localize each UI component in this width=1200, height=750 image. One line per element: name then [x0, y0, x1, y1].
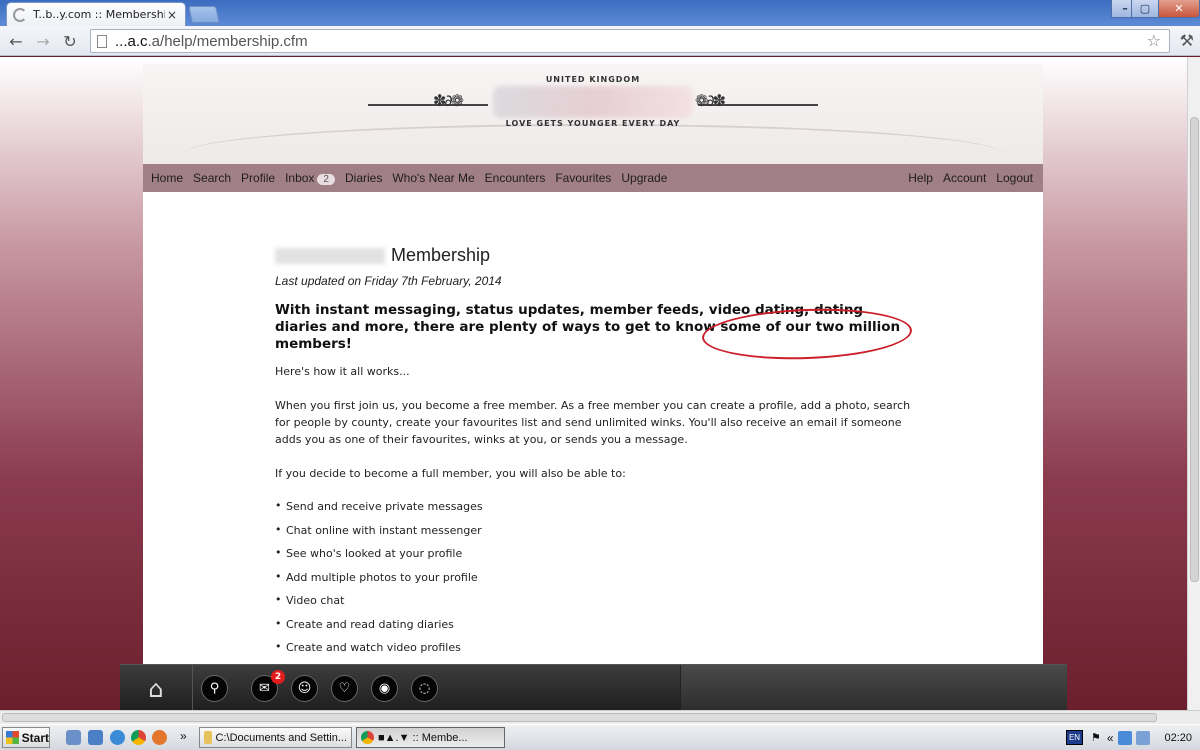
list-item: Send and receive private messages — [275, 499, 915, 524]
nav-help[interactable]: Help — [904, 171, 937, 185]
tab-title: T..b..y.com :: Membership — [33, 8, 165, 21]
tray-app-icon[interactable] — [1135, 730, 1150, 745]
list-item: See who's looked at your profile — [275, 546, 915, 571]
nav-inbox-label: Inbox — [285, 171, 315, 185]
blurred-brand-name — [275, 247, 385, 264]
swirl-left-ornament: ✽∂❁⁠ — [433, 91, 464, 110]
inbox-notification-badge: 2 — [271, 670, 285, 684]
windows-logo-icon — [6, 731, 19, 744]
nav-upgrade[interactable]: Upgrade — [617, 171, 671, 185]
swirl-right-ornament: ⁠❁∂✽ — [695, 91, 726, 110]
folder-icon — [204, 731, 212, 744]
wrench-menu-icon[interactable]: ⚒ — [1180, 31, 1194, 50]
taskbar-explorer-label: C:\Documents and Settin... — [215, 731, 347, 744]
banner-rule-left — [368, 104, 488, 106]
url-path: .a/help/membership.cfm — [147, 32, 308, 50]
membership-content: Membership Last updated on Friday 7th Fe… — [275, 192, 915, 665]
site-container: UNITED KINGDOM ✽∂❁⁠ ⁠❁∂✽ LOVE GETS YOUNG… — [143, 64, 1043, 664]
quicklaunch-media-icon[interactable] — [88, 730, 103, 745]
window-close-button[interactable]: ✕ — [1158, 0, 1200, 18]
feature-list: Send and receive private messages Chat o… — [275, 499, 915, 665]
nav-home[interactable]: Home — [147, 171, 187, 185]
url-text: ...a.c.a/help/membership.cfm — [115, 33, 308, 50]
page-title-text: Membership — [391, 245, 491, 265]
quicklaunch-firefox-icon[interactable] — [152, 730, 167, 745]
reload-button[interactable]: ↻ — [59, 30, 81, 52]
language-indicator[interactable]: EN — [1066, 730, 1083, 745]
dock-right-panel — [680, 665, 1067, 712]
dock-favourites-icon[interactable]: ♡ — [331, 675, 358, 702]
taskbar-chrome-label: ■▲.▼ :: Membe... — [378, 731, 468, 744]
site-banner: UNITED KINGDOM ✽∂❁⁠ ⁠❁∂✽ LOVE GETS YOUNG… — [143, 64, 1043, 164]
clock: 02:20 — [1164, 731, 1192, 744]
nav-encounters[interactable]: Encounters — [481, 171, 550, 185]
full-member-text: If you decide to become a full member, y… — [275, 467, 626, 480]
quicklaunch-chevron[interactable]: » — [180, 729, 187, 743]
nav-logout[interactable]: Logout — [992, 171, 1037, 185]
back-button[interactable]: ← — [5, 30, 27, 52]
dock-winks-icon[interactable]: ☺ — [291, 675, 318, 702]
horizontal-scrollbar-thumb[interactable] — [2, 713, 1157, 722]
site-logo[interactable] — [493, 86, 693, 118]
banner-country: UNITED KINGDOM — [545, 75, 641, 84]
url-host: ...a.c — [115, 32, 148, 50]
bookmark-star-icon[interactable]: ☆ — [1147, 31, 1161, 50]
nav-search[interactable]: Search — [189, 171, 235, 185]
browser-tab[interactable]: T..b..y.com :: Membership × — [6, 2, 186, 26]
intro-text: Here's how it all works... — [275, 365, 410, 378]
nav-inbox[interactable]: Inbox 2 — [281, 171, 339, 185]
forward-button[interactable]: → — [32, 30, 54, 52]
window-maximize-button[interactable]: ▢ — [1131, 0, 1159, 18]
taskbar-explorer-window[interactable]: C:\Documents and Settin... — [199, 727, 352, 748]
new-tab-button[interactable] — [188, 6, 220, 23]
main-nav: Home Search Profile Inbox 2 Diaries Who's… — [143, 164, 1043, 192]
bottom-dock: ⌂ ⚲ ✉ 2 ☺ ♡ ◉ ◌ — [120, 664, 1067, 712]
list-item: Chat online with instant messenger — [275, 523, 915, 548]
page-title: Membership — [275, 245, 915, 266]
start-button[interactable]: Start — [2, 727, 50, 748]
nav-profile[interactable]: Profile — [237, 171, 279, 185]
dock-search-icon[interactable]: ⚲ — [201, 675, 228, 702]
list-item: Create and read dating diaries — [275, 617, 915, 642]
nav-account[interactable]: Account — [939, 171, 990, 185]
tray-network-icon[interactable] — [1117, 730, 1132, 745]
page-icon — [97, 34, 107, 48]
page-viewport: UNITED KINGDOM ✽∂❁⁠ ⁠❁∂✽ LOVE GETS YOUNG… — [0, 57, 1187, 710]
banner-tagline: LOVE GETS YOUNGER EVERY DAY — [505, 119, 681, 128]
browser-tabbar: T..b..y.com :: Membership × – ▢ ✕ — [0, 0, 1200, 26]
windows-taskbar: Start » C:\Documents and Settin... ■▲.▼ … — [0, 724, 1200, 750]
list-item: Video chat — [275, 593, 915, 618]
browser-toolbar: ← → ↻ ...a.c.a/help/membership.cfm ☆ ⚒ — [0, 26, 1200, 56]
tab-close-icon[interactable]: × — [165, 8, 179, 22]
last-updated: Last updated on Friday 7th February, 201… — [275, 274, 502, 288]
tray-help-icon[interactable]: ⚑ — [1091, 731, 1101, 744]
inbox-count-badge: 2 — [317, 174, 335, 185]
home-icon[interactable]: ⌂ — [138, 674, 174, 704]
quicklaunch-desktop-icon[interactable] — [66, 730, 81, 745]
nav-favourites[interactable]: Favourites — [551, 171, 615, 185]
quicklaunch-chrome-icon[interactable] — [131, 730, 146, 745]
loading-icon — [13, 7, 27, 22]
dock-chat-icon[interactable]: ◌ — [411, 675, 438, 702]
system-tray: EN ⚑ « 02:20 — [1066, 727, 1198, 748]
chrome-icon — [361, 731, 374, 744]
quicklaunch-ie-icon[interactable] — [110, 730, 125, 745]
tray-expand-chevron[interactable]: « — [1107, 731, 1114, 745]
taskbar-chrome-window[interactable]: ■▲.▼ :: Membe... — [356, 727, 505, 748]
nav-diaries[interactable]: Diaries — [341, 171, 386, 185]
nav-whos-near-me[interactable]: Who's Near Me — [388, 171, 478, 185]
dock-separator — [192, 665, 193, 712]
list-item: Add multiple photos to your profile — [275, 570, 915, 595]
start-label: Start — [21, 730, 49, 745]
free-member-text: When you first join us, you become a fre… — [275, 399, 911, 446]
vertical-scrollbar[interactable] — [1187, 57, 1200, 710]
vertical-scrollbar-thumb[interactable] — [1190, 117, 1199, 582]
horizontal-scrollbar[interactable] — [0, 710, 1200, 724]
list-item: Create and watch video profiles — [275, 640, 915, 665]
address-bar[interactable]: ...a.c.a/help/membership.cfm ☆ — [90, 29, 1170, 53]
dock-viewed-me-icon[interactable]: ◉ — [371, 675, 398, 702]
